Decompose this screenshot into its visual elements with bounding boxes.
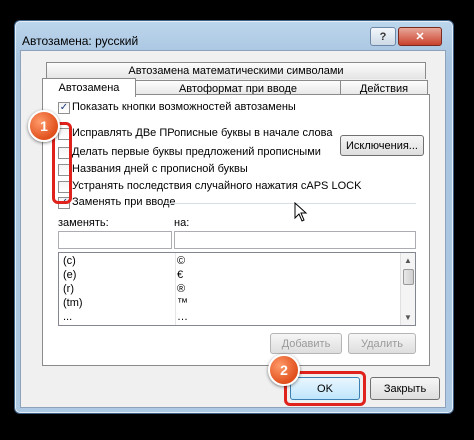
fix-caps-lock-label: Устранять последствия случайного нажатия… bbox=[72, 180, 362, 192]
delete-button[interactable]: Удалить bbox=[348, 333, 416, 354]
tab-autocorrect[interactable]: Автозамена bbox=[42, 78, 136, 97]
with-input[interactable] bbox=[174, 231, 416, 249]
show-buttons-checkbox[interactable]: ✓ bbox=[58, 102, 70, 114]
list-item-to: € bbox=[177, 269, 184, 281]
replace-label: заменять: bbox=[58, 217, 109, 229]
show-buttons-label: Показать кнопки возможностей автозамены bbox=[72, 101, 296, 113]
step-1-badge: 1 bbox=[28, 110, 60, 142]
list-scrollbar[interactable]: ▲ ▼ bbox=[400, 253, 415, 325]
exceptions-button[interactable]: Исключения... bbox=[340, 135, 424, 156]
close-button[interactable]: Закрыть bbox=[370, 377, 440, 400]
capitalize-days-label: Названия дней с прописной буквы bbox=[72, 163, 248, 175]
mouse-cursor-icon bbox=[294, 202, 308, 222]
tab-math-autocorrect[interactable]: Автозамена математическими символами bbox=[46, 62, 426, 79]
close-window-button[interactable]: ✕ bbox=[398, 27, 442, 46]
list-item[interactable]: (e) € bbox=[59, 269, 399, 284]
list-item[interactable]: (tm) ™ bbox=[59, 297, 399, 312]
list-item-to: … bbox=[177, 311, 188, 323]
scroll-up-icon[interactable]: ▲ bbox=[404, 256, 412, 265]
step-2-badge: 2 bbox=[268, 354, 300, 386]
list-item[interactable]: (r) ® bbox=[59, 283, 399, 298]
list-item-to: ® bbox=[177, 283, 186, 295]
scroll-down-icon[interactable]: ▼ bbox=[404, 313, 412, 322]
list-item[interactable]: (c) © bbox=[59, 255, 399, 270]
list-item-from: (e) bbox=[63, 269, 77, 281]
help-button[interactable]: ? bbox=[370, 27, 396, 46]
window-title: Автозамена: русский bbox=[22, 34, 139, 48]
group-separator bbox=[166, 203, 416, 204]
list-item[interactable]: ... … bbox=[59, 311, 399, 326]
add-button[interactable]: Добавить bbox=[270, 333, 342, 354]
replacement-list[interactable]: (c) © (e) € (r) ® (tm) ™ ... … ▲ ▼ bbox=[58, 252, 416, 326]
list-item-from: (tm) bbox=[63, 297, 83, 309]
list-item-from: ... bbox=[63, 311, 73, 323]
scroll-thumb[interactable] bbox=[403, 269, 414, 285]
list-item-to: © bbox=[177, 255, 186, 267]
replace-as-type-label: Заменять при вводе bbox=[72, 196, 176, 208]
list-item-from: (c) bbox=[63, 255, 76, 267]
with-label: на: bbox=[174, 217, 190, 229]
replace-input[interactable] bbox=[58, 231, 172, 249]
capitalize-sentences-label: Делать первые буквы предложений прописны… bbox=[72, 146, 321, 158]
list-item-from: (r) bbox=[63, 283, 74, 295]
fix-two-caps-label: Исправлять ДВе ПРописные буквы в начале … bbox=[72, 127, 333, 139]
list-item-to: ™ bbox=[177, 297, 188, 309]
